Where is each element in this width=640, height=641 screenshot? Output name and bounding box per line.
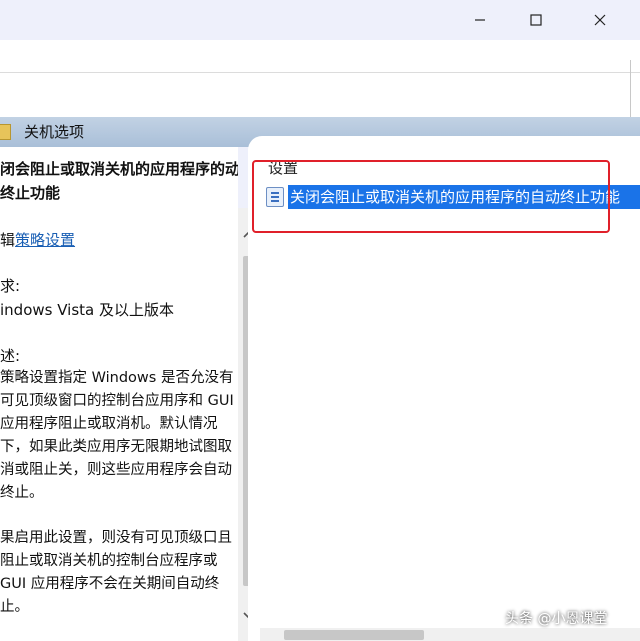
folder-icon <box>0 124 11 140</box>
maximize-button[interactable] <box>513 0 559 40</box>
toolbar <box>0 40 640 73</box>
highlight-box <box>252 160 610 233</box>
description-paragraph-2: 果启用此设置，则没有可见顶级口且阻止或取消关机的控制台应程序或 GUI 应用程序… <box>0 530 232 615</box>
horizontal-scroll-thumb[interactable] <box>284 630 424 640</box>
horizontal-scrollbar[interactable] <box>260 628 640 641</box>
navigation-strip <box>0 73 640 117</box>
policy-title: 闭会阻止或取消关机的应用程序的动终止功能 <box>0 160 238 202</box>
description-paragraph-1: 策略设置指定 Windows 是否允没有可见顶级窗口的控制台应用序和 GUI 应… <box>0 370 234 501</box>
policy-settings-link[interactable]: 策略设置 <box>15 231 75 249</box>
minimize-button[interactable] <box>457 0 503 40</box>
requirements-label: 求: <box>0 277 21 295</box>
description-pane: 闭会阻止或取消关机的应用程序的动终止功能 辑策略设置 求: indows Vis… <box>0 147 238 641</box>
minimize-icon <box>475 19 485 21</box>
description-label: 述: <box>0 347 21 365</box>
folder-title: 关机选项 <box>24 123 85 141</box>
watermark-text: 头条 @小恩课堂 <box>505 611 608 627</box>
edit-policy-line: 辑策略设置 <box>0 229 75 250</box>
policy-editor-window: 关机选项 闭会阻止或取消关机的应用程序的动终止功能 辑策略设置 求: indow… <box>0 0 640 641</box>
maximize-icon <box>530 14 542 26</box>
close-icon <box>594 14 606 26</box>
edit-prefix: 辑 <box>0 231 16 249</box>
requirements-value: indows Vista 及以上版本 <box>0 301 174 319</box>
close-button[interactable] <box>577 0 623 40</box>
title-bar <box>0 0 640 40</box>
